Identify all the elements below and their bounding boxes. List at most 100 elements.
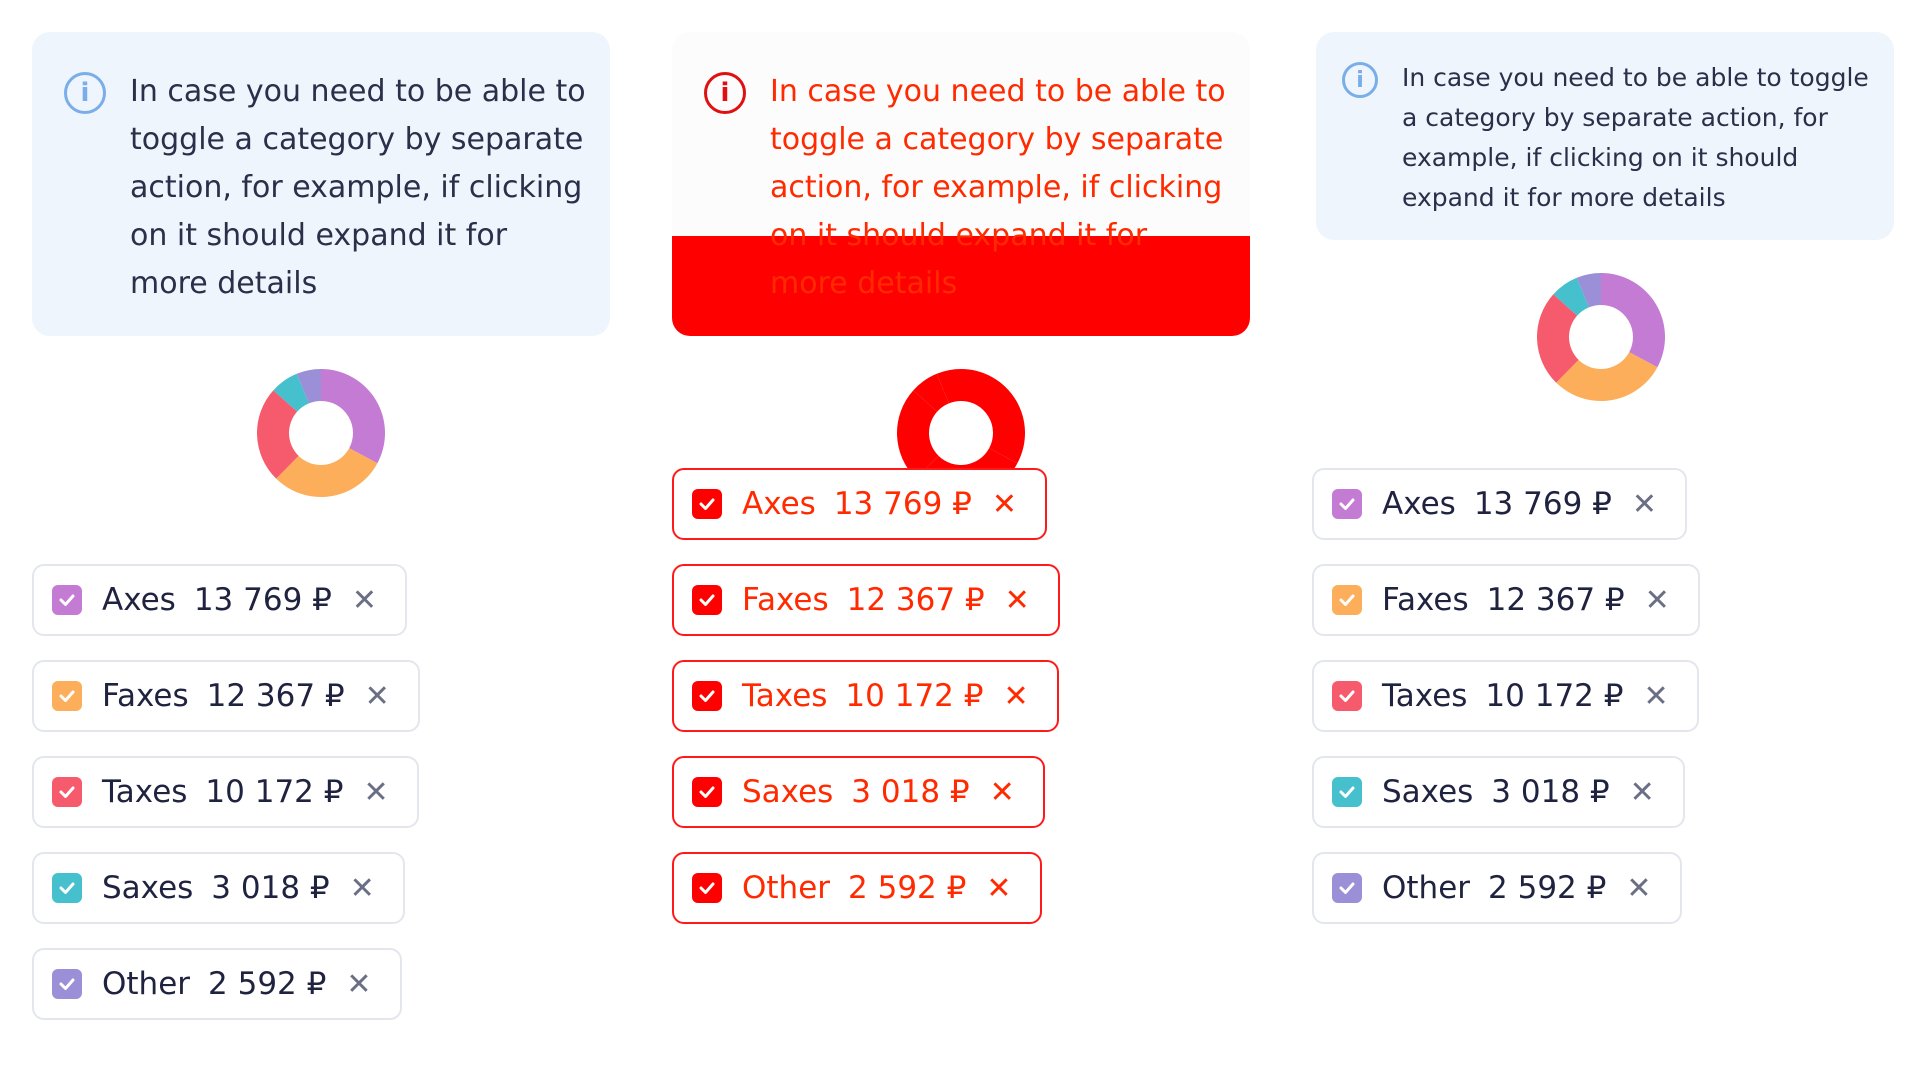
checkbox[interactable] [52,585,82,615]
checkbox[interactable] [1332,489,1362,519]
info-notice: i In case you need to be able to toggle … [672,32,1250,336]
checkmark-icon [699,594,715,606]
remove-icon[interactable]: ✕ [1645,583,1670,618]
donut-svg [1537,273,1665,401]
category-value: 10 172 ₽ [845,678,984,714]
checkbox[interactable] [692,585,722,615]
category-chip-other[interactable]: Other 2 592 ₽ ✕ [672,852,1042,924]
category-chip-axes[interactable]: Axes 13 769 ₽ ✕ [32,564,408,636]
notice-text: In case you need to be able to toggle a … [130,74,586,301]
category-value: 13 769 ₽ [193,582,332,618]
category-value: 3 018 ₽ [851,774,970,810]
checkmark-icon [1339,882,1355,894]
panel-big-notice: i In case you need to be able to toggle … [0,0,640,1072]
panel-highlighted: i In case you need to be able to toggle … [640,0,1280,1072]
category-label: Faxes [102,678,189,714]
checkbox[interactable] [52,873,82,903]
category-value: 2 592 ₽ [848,870,967,906]
category-label: Faxes [742,582,829,618]
remove-icon[interactable]: ✕ [1643,679,1668,714]
category-value: 13 769 ₽ [1473,486,1612,522]
category-label: Saxes [742,774,834,810]
remove-icon[interactable]: ✕ [365,679,390,714]
category-label: Axes [742,486,816,522]
category-value: 2 592 ₽ [1488,870,1607,906]
panel-small-notice: i In case you need to be able to toggle … [1280,0,1920,1072]
category-chip-other[interactable]: Other 2 592 ₽ ✕ [1312,852,1682,924]
category-label: Saxes [1382,774,1474,810]
checkbox[interactable] [1332,873,1362,903]
checkbox[interactable] [52,777,82,807]
remove-icon[interactable]: ✕ [992,487,1017,522]
checkmark-icon [699,786,715,798]
category-value: 12 367 ₽ [206,678,345,714]
remove-icon[interactable]: ✕ [352,583,377,618]
checkmark-icon [59,786,75,798]
category-label: Taxes [102,774,188,810]
donut-svg [257,369,385,497]
checkbox[interactable] [1332,681,1362,711]
remove-icon[interactable]: ✕ [986,871,1011,906]
notice-text: In case you need to be able to toggle a … [770,74,1226,301]
category-chip-axes[interactable]: Axes 13 769 ₽ ✕ [1312,468,1688,540]
category-value: 10 172 ₽ [205,774,344,810]
category-label: Taxes [742,678,828,714]
category-value: 13 769 ₽ [833,486,972,522]
category-value: 12 367 ₽ [846,582,985,618]
category-label: Other [102,966,191,1002]
info-notice: i In case you need to be able to toggle … [32,32,610,336]
checkbox[interactable] [692,489,722,519]
remove-icon[interactable]: ✕ [1005,583,1030,618]
checkmark-icon [699,498,715,510]
remove-icon[interactable]: ✕ [346,967,371,1002]
category-chip-saxes[interactable]: Saxes 3 018 ₽ ✕ [672,756,1045,828]
checkbox[interactable] [692,681,722,711]
category-chip-faxes[interactable]: Faxes 12 367 ₽ ✕ [32,660,420,732]
category-label: Taxes [1382,678,1468,714]
checkmark-icon [1339,786,1355,798]
category-value: 3 018 ₽ [1491,774,1610,810]
checkmark-icon [1339,594,1355,606]
info-notice: i In case you need to be able to toggle … [1316,32,1894,240]
checkbox[interactable] [692,777,722,807]
remove-icon[interactable]: ✕ [363,775,388,810]
category-chip-taxes[interactable]: Taxes 10 172 ₽ ✕ [32,756,419,828]
remove-icon[interactable]: ✕ [1003,679,1028,714]
checkmark-icon [59,690,75,702]
remove-icon[interactable]: ✕ [1632,487,1657,522]
checkbox[interactable] [1332,777,1362,807]
remove-icon[interactable]: ✕ [990,775,1015,810]
category-label: Faxes [1382,582,1469,618]
category-chip-other[interactable]: Other 2 592 ₽ ✕ [32,948,402,1020]
category-chip-saxes[interactable]: Saxes 3 018 ₽ ✕ [32,852,405,924]
category-chip-taxes[interactable]: Taxes 10 172 ₽ ✕ [672,660,1059,732]
checkmark-icon [59,594,75,606]
checkbox[interactable] [52,681,82,711]
category-chip-saxes[interactable]: Saxes 3 018 ₽ ✕ [1312,756,1685,828]
category-label: Other [742,870,831,906]
category-label: Other [1382,870,1471,906]
checkmark-icon [59,882,75,894]
category-chip-faxes[interactable]: Faxes 12 367 ₽ ✕ [1312,564,1700,636]
checkbox[interactable] [52,969,82,999]
remove-icon[interactable]: ✕ [1630,775,1655,810]
info-icon: i [64,72,106,114]
category-value: 12 367 ₽ [1486,582,1625,618]
checkbox[interactable] [1332,585,1362,615]
remove-icon[interactable]: ✕ [350,871,375,906]
category-label: Saxes [102,870,194,906]
donut-segment-axes[interactable] [1601,273,1665,368]
checkbox[interactable] [692,873,722,903]
remove-icon[interactable]: ✕ [1626,871,1651,906]
category-chip-axes[interactable]: Axes 13 769 ₽ ✕ [672,468,1048,540]
category-value: 10 172 ₽ [1485,678,1624,714]
category-value: 3 018 ₽ [211,870,330,906]
info-icon: i [704,72,746,114]
category-chip-faxes[interactable]: Faxes 12 367 ₽ ✕ [672,564,1060,636]
category-chip-taxes[interactable]: Taxes 10 172 ₽ ✕ [1312,660,1699,732]
info-icon: i [1342,62,1378,98]
checkmark-icon [1339,690,1355,702]
donut-chart [1536,272,1666,402]
donut-segment-axes[interactable] [321,369,385,464]
donut-segment-axes[interactable] [961,369,1025,464]
